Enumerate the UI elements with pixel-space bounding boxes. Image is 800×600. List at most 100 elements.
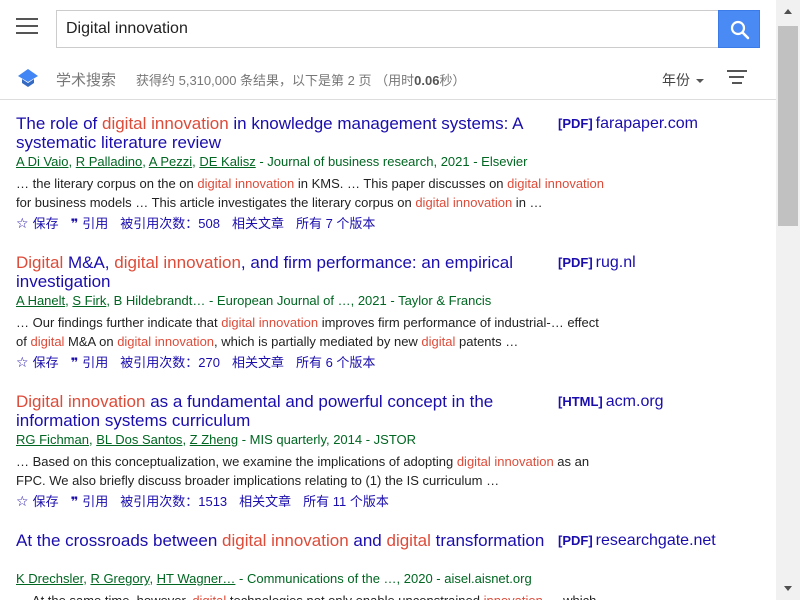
related-articles-link[interactable]: 相关文章 — [239, 494, 291, 509]
scrollbar[interactable] — [776, 0, 800, 600]
snippet-text: … which — [543, 593, 596, 600]
save-button[interactable]: ☆ 保存 — [16, 354, 59, 370]
author-text: B Hildebrandt… — [113, 293, 206, 308]
fulltext-link[interactable]: [PDF] researchgate.net — [558, 531, 716, 550]
author-link[interactable]: R Gregory — [90, 571, 149, 586]
cite-button[interactable]: ❞ 引用 — [71, 355, 109, 370]
file-type-label: [PDF] — [558, 533, 593, 548]
author-link[interactable]: A Pezzi — [149, 154, 192, 169]
snippet-text: patents … — [455, 334, 519, 349]
author-link[interactable]: R Palladino — [76, 154, 143, 169]
result-snippet: … At the same time, however, digital tec… — [16, 591, 606, 600]
star-icon: ☆ — [16, 215, 29, 231]
snippet-text: M&A on — [64, 334, 118, 349]
snippet-highlight: innovation — [484, 593, 543, 600]
title-highlight: digital — [386, 531, 431, 550]
related-articles-link[interactable]: 相关文章 — [232, 355, 284, 370]
snippet-text: technologies not only enable unconstrain… — [226, 593, 483, 600]
snippet-highlight: digital innovation — [221, 315, 319, 330]
scroll-up-arrow-icon[interactable] — [776, 0, 800, 24]
search-button[interactable] — [718, 10, 760, 48]
search-icon — [730, 20, 750, 40]
fulltext-source: farapaper.com — [595, 115, 698, 132]
scholar-logo-icon[interactable] — [18, 69, 38, 87]
author-link[interactable]: A Hanelt — [16, 293, 65, 308]
fulltext-source: rug.nl — [595, 254, 636, 271]
cited-by-link[interactable]: 被引用次数：508 — [120, 216, 220, 231]
author-link[interactable]: RG Fichman — [16, 432, 89, 447]
save-label: 保存 — [32, 494, 59, 509]
cite-label: 引用 — [82, 216, 109, 231]
scroll-down-arrow-icon[interactable] — [776, 576, 800, 600]
cite-label: 引用 — [82, 355, 109, 370]
save-label: 保存 — [32, 355, 59, 370]
scroll-thumb[interactable] — [778, 26, 798, 226]
snippet-text: for business models … This article inves… — [16, 195, 416, 210]
fulltext-source: acm.org — [605, 393, 664, 410]
file-type-label: [PDF] — [558, 116, 593, 131]
venue-text: - Journal of business research, 2021 - E… — [255, 154, 528, 169]
venue-text: - MIS quarterly, 2014 - JSTOR — [238, 432, 417, 447]
top-bar — [0, 0, 776, 56]
menu-icon[interactable] — [16, 18, 38, 36]
related-articles-link[interactable]: 相关文章 — [232, 216, 284, 231]
cite-label: 引用 — [82, 494, 109, 509]
all-versions-link[interactable]: 所有 7 个版本 — [296, 216, 375, 231]
cited-by-link[interactable]: 被引用次数：270 — [120, 355, 220, 370]
title-text: transformation — [430, 531, 545, 550]
author-link[interactable]: Z Zheng — [190, 432, 238, 447]
title-highlight: Digital — [16, 253, 64, 272]
cite-button[interactable]: ❞ 引用 — [71, 494, 109, 509]
search-input[interactable] — [57, 11, 719, 47]
snippet-text: in KMS. … This paper discusses on — [294, 176, 508, 191]
title-highlight: digital innovation — [222, 531, 349, 550]
author-line: K Drechsler, R Gregory, HT Wagner… - Com… — [16, 571, 532, 586]
result-title-link[interactable]: Digital innovation as a fundamental and … — [16, 392, 548, 430]
file-type-label: [HTML] — [558, 394, 603, 409]
venue-text: - Communications of the …, 2020 - aisel.… — [235, 571, 532, 586]
all-versions-link[interactable]: 所有 6 个版本 — [296, 355, 375, 370]
result-snippet: … Based on this conceptualization, we ex… — [16, 452, 606, 490]
title-text: The role of — [16, 114, 102, 133]
filter-sort-icon[interactable] — [727, 70, 747, 84]
file-type-label: [PDF] — [558, 255, 593, 270]
year-filter-dropdown[interactable]: 年份 — [662, 70, 704, 90]
title-highlight: digital innovation — [102, 114, 229, 133]
result-snippet: … the literary corpus on the on digital … — [16, 174, 606, 212]
result-title-link[interactable]: The role of digital innovation in knowle… — [16, 114, 548, 152]
author-line: A Hanelt, S Firk, B Hildebrandt… - Europ… — [16, 293, 492, 308]
result-title-link[interactable]: At the crossroads between digital innova… — [16, 531, 548, 550]
all-versions-link[interactable]: 所有 11 个版本 — [303, 494, 389, 509]
star-icon: ☆ — [16, 493, 29, 509]
result-title-link[interactable]: Digital M&A, digital innovation, and fir… — [16, 253, 548, 291]
snippet-highlight: digital innovation — [415, 195, 513, 210]
author-link[interactable]: BL Dos Santos — [96, 432, 182, 447]
result-actions: ☆ 保存 ❞ 引用 被引用次数：508 相关文章 所有 7 个版本 — [16, 215, 387, 232]
save-button[interactable]: ☆ 保存 — [16, 493, 59, 509]
fulltext-link[interactable]: [PDF] farapaper.com — [558, 114, 698, 133]
save-button[interactable]: ☆ 保存 — [16, 215, 59, 231]
results-toolbar: 学术搜索 获得约 5,310,000 条结果，以下是第 2 页 （用时0.06秒… — [0, 56, 776, 100]
fulltext-link[interactable]: [PDF] rug.nl — [558, 253, 636, 272]
fulltext-link[interactable]: [HTML] acm.org — [558, 392, 664, 411]
snippet-highlight: digital innovation — [507, 176, 605, 191]
snippet-highlight: digital — [421, 334, 456, 349]
result-snippet: … Our findings further indicate that dig… — [16, 313, 606, 351]
result-actions: ☆ 保存 ❞ 引用 被引用次数：270 相关文章 所有 6 个版本 — [16, 354, 387, 371]
snippet-highlight: digital — [192, 593, 226, 600]
quote-icon: ❞ — [70, 494, 79, 509]
save-label: 保存 — [32, 216, 59, 231]
author-link[interactable]: S Firk — [72, 293, 106, 308]
author-link[interactable]: HT Wagner… — [157, 571, 236, 586]
author-link[interactable]: A Di Vaio — [16, 154, 69, 169]
author-link[interactable]: DE Kalisz — [199, 154, 255, 169]
star-icon: ☆ — [16, 354, 29, 370]
snippet-text: , which is partially mediated by new — [214, 334, 422, 349]
cited-by-link[interactable]: 被引用次数：1513 — [120, 494, 227, 509]
fulltext-source: researchgate.net — [595, 532, 716, 549]
cite-button[interactable]: ❞ 引用 — [71, 216, 109, 231]
brand-label[interactable]: 学术搜索 — [56, 69, 116, 90]
author-link[interactable]: K Drechsler — [16, 571, 83, 586]
title-text: M&A, — [63, 253, 115, 272]
snippet-highlight: digital — [30, 334, 65, 349]
